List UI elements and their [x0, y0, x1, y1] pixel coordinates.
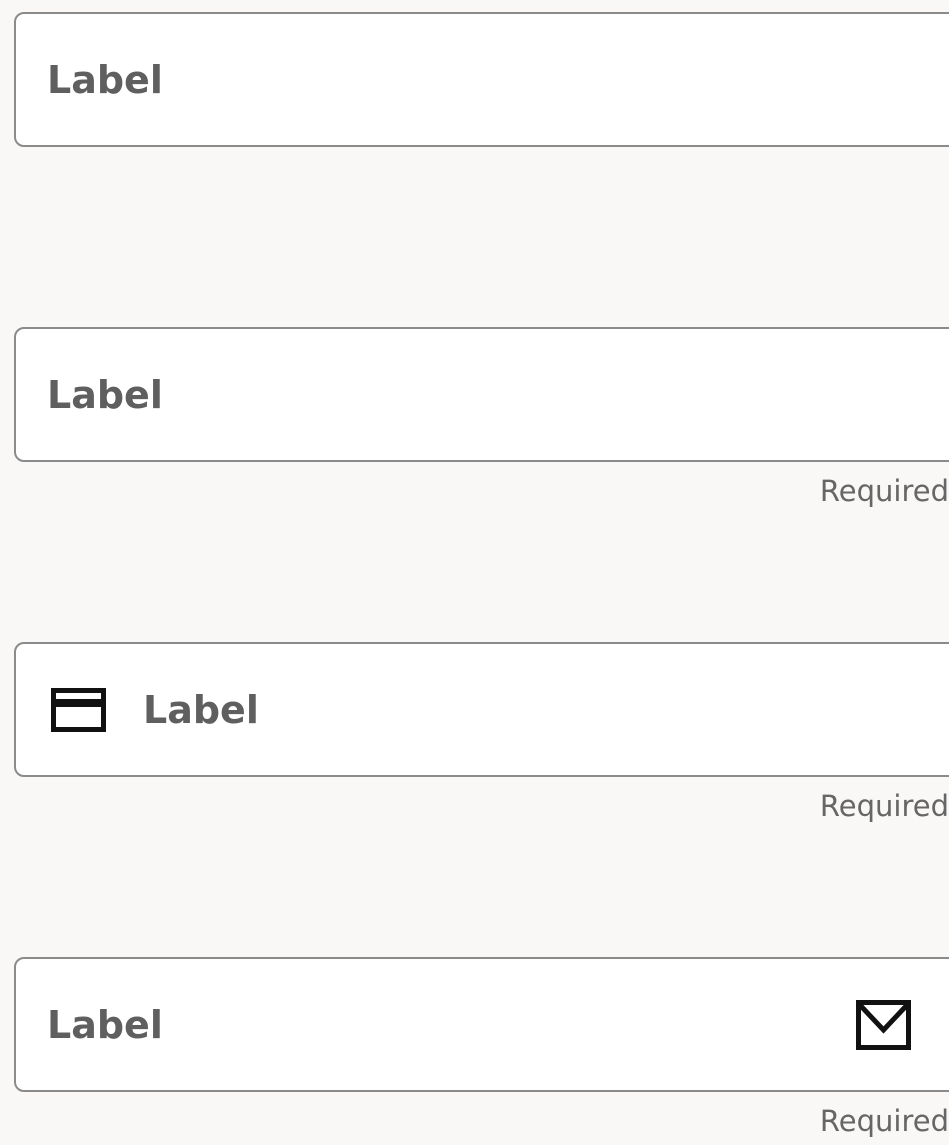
- text-field-2[interactable]: Label: [14, 327, 949, 462]
- envelope-icon: [856, 999, 911, 1050]
- field-label: Label: [47, 372, 163, 417]
- text-field-1[interactable]: Label: [14, 12, 949, 147]
- field-label: Label: [47, 57, 163, 102]
- field-label: Label: [47, 1002, 163, 1047]
- email-field[interactable]: Label: [14, 957, 949, 1092]
- helper-text-required: Required: [819, 789, 949, 823]
- credit-card-icon: [51, 687, 106, 732]
- helper-text-required: Required: [819, 474, 949, 508]
- field-label: Label: [143, 687, 259, 732]
- helper-text-required: Required: [819, 1104, 949, 1138]
- card-number-field[interactable]: Label: [14, 642, 949, 777]
